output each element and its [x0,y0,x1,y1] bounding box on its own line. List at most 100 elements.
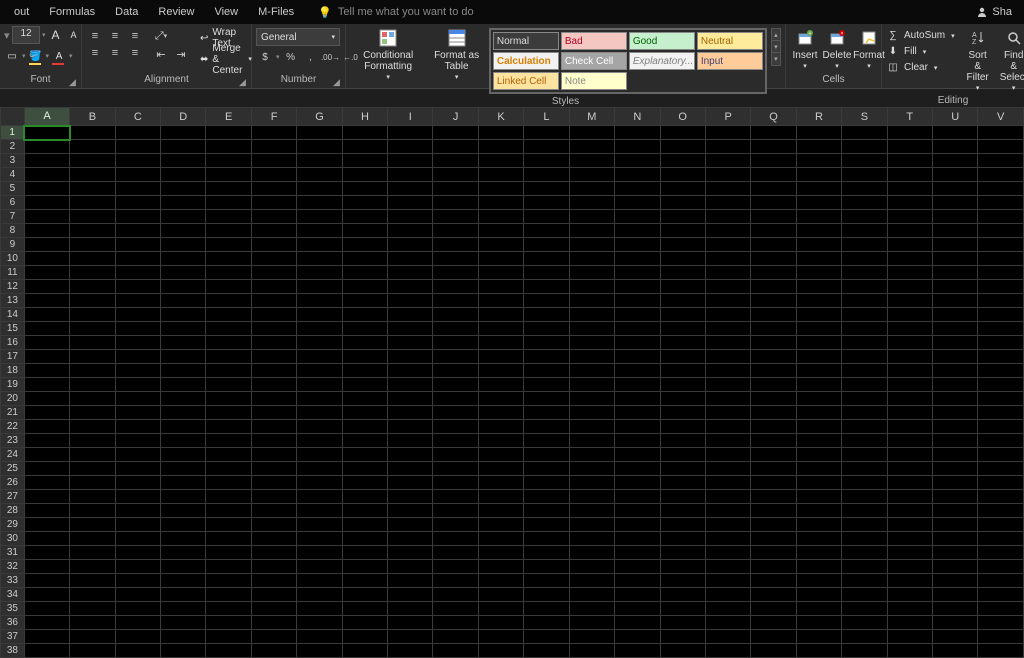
cell[interactable] [297,392,342,406]
cell[interactable] [161,350,206,364]
cell[interactable] [251,224,296,238]
cell[interactable] [615,238,660,252]
cell[interactable] [161,182,206,196]
cell[interactable] [433,434,478,448]
cell[interactable] [24,560,69,574]
cell[interactable] [70,266,115,280]
cell[interactable] [660,280,705,294]
cell[interactable] [660,434,705,448]
cell[interactable] [796,252,841,266]
cell[interactable] [705,644,750,658]
style-bad[interactable]: Bad [561,32,627,50]
cell[interactable] [842,140,887,154]
cell[interactable] [206,392,251,406]
cell[interactable] [978,280,1024,294]
cell[interactable] [978,350,1024,364]
cell[interactable] [932,210,977,224]
cell[interactable] [24,294,69,308]
cell[interactable] [978,140,1024,154]
cell[interactable] [251,126,296,140]
cell[interactable] [24,518,69,532]
cell[interactable] [524,140,569,154]
cell[interactable] [478,532,523,546]
cell[interactable] [115,196,160,210]
cell[interactable] [842,252,887,266]
row-header[interactable]: 33 [1,574,25,588]
cell[interactable] [978,406,1024,420]
cell[interactable] [115,546,160,560]
align-left-button[interactable]: ≡ [86,45,104,61]
cell[interactable] [206,602,251,616]
align-center-button[interactable]: ≡ [106,45,124,61]
cell[interactable] [660,490,705,504]
cell[interactable] [24,252,69,266]
cell[interactable] [705,308,750,322]
cell[interactable] [251,182,296,196]
cell[interactable] [342,210,387,224]
cell[interactable] [978,364,1024,378]
cell[interactable] [161,476,206,490]
cell[interactable] [751,504,796,518]
row-header[interactable]: 17 [1,350,25,364]
cell[interactable] [796,602,841,616]
cell[interactable] [932,392,977,406]
cell[interactable] [660,546,705,560]
cell[interactable] [842,364,887,378]
cell[interactable] [660,140,705,154]
cell[interactable] [660,238,705,252]
cell[interactable] [796,280,841,294]
cell[interactable] [161,420,206,434]
cell[interactable] [569,504,614,518]
cell[interactable] [705,196,750,210]
cell[interactable] [342,574,387,588]
row-header[interactable]: 25 [1,462,25,476]
cell[interactable] [978,126,1024,140]
cell[interactable] [206,644,251,658]
cell[interactable] [206,406,251,420]
cell[interactable] [978,476,1024,490]
cell[interactable] [705,224,750,238]
cell[interactable] [842,560,887,574]
cell[interactable] [251,476,296,490]
cell[interactable] [615,252,660,266]
cell[interactable] [705,630,750,644]
cell[interactable] [388,252,433,266]
cell[interactable] [569,420,614,434]
cell[interactable] [887,630,932,644]
cell[interactable] [978,532,1024,546]
cell[interactable] [978,252,1024,266]
cell[interactable] [932,154,977,168]
cell[interactable] [887,322,932,336]
row-header[interactable]: 24 [1,448,25,462]
cell[interactable] [251,378,296,392]
cell[interactable] [796,644,841,658]
cell[interactable] [24,532,69,546]
cell[interactable] [615,168,660,182]
cell[interactable] [842,350,887,364]
cell[interactable] [115,616,160,630]
cell[interactable] [660,448,705,462]
increase-indent-button[interactable]: ⇥ [172,46,190,62]
cell[interactable] [842,644,887,658]
cell[interactable] [478,196,523,210]
align-top-button[interactable]: ≡ [86,28,104,44]
cell[interactable] [796,196,841,210]
cell[interactable] [796,518,841,532]
cell[interactable] [796,238,841,252]
cell[interactable] [887,280,932,294]
cell[interactable] [978,490,1024,504]
cell[interactable] [478,560,523,574]
cell[interactable] [615,602,660,616]
cell[interactable] [433,546,478,560]
cell[interactable] [161,434,206,448]
cell[interactable] [615,490,660,504]
cell[interactable] [70,588,115,602]
cell[interactable] [978,266,1024,280]
cell[interactable] [978,168,1024,182]
cell[interactable] [478,126,523,140]
cell[interactable] [206,140,251,154]
cell[interactable] [842,322,887,336]
cell[interactable] [251,420,296,434]
cell[interactable] [115,602,160,616]
cell[interactable] [115,378,160,392]
